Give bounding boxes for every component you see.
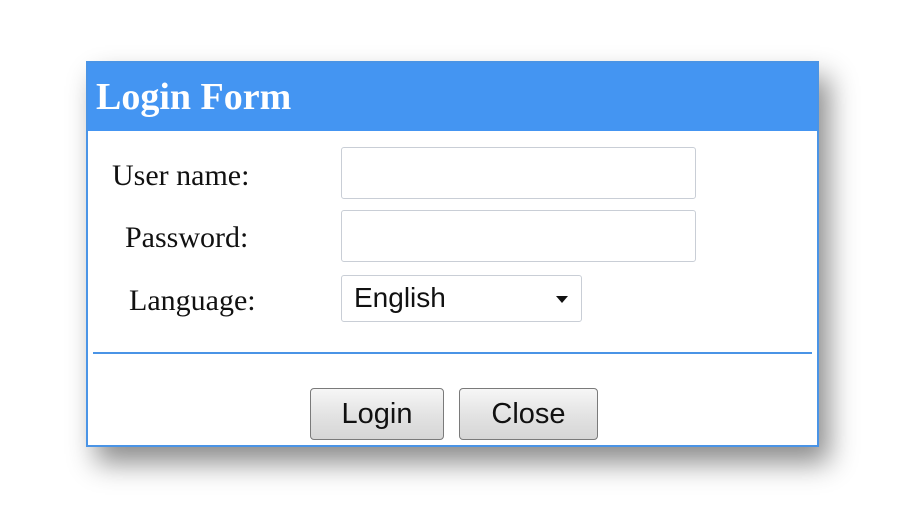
language-select[interactable]: English bbox=[341, 275, 582, 322]
chevron-down-icon bbox=[556, 296, 568, 303]
dialog-title: Login Form bbox=[96, 76, 292, 118]
username-label: User name: bbox=[112, 159, 250, 192]
password-input[interactable] bbox=[341, 210, 696, 262]
close-button[interactable]: Close bbox=[459, 388, 598, 440]
language-label: Language: bbox=[129, 284, 256, 317]
login-button[interactable]: Login bbox=[310, 388, 444, 440]
title-bar: Login Form bbox=[88, 63, 817, 131]
language-selected-value: English bbox=[354, 282, 446, 313]
username-input[interactable] bbox=[341, 147, 696, 199]
divider bbox=[93, 352, 812, 354]
login-dialog: Login Form User name: Password: Language… bbox=[86, 61, 819, 447]
password-label: Password: bbox=[125, 221, 249, 254]
